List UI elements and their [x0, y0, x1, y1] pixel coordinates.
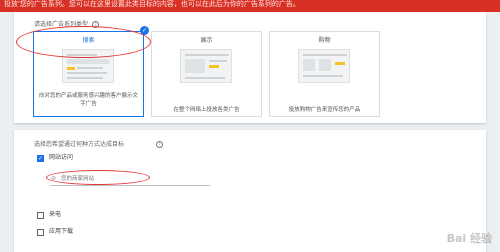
- tile-display-title: 展示: [200, 37, 213, 44]
- notification-banner: 投放'您的广告系列。您可以在这里设置此类目标的内容，也可以在此后为你的广告系列的…: [0, 0, 500, 12]
- option-calls-label: 来电: [49, 211, 62, 218]
- option-website-visits-label: 网站访问: [49, 154, 74, 161]
- watermark-logo: Bai 经验: [446, 232, 492, 245]
- goal-card: 选择您希望通过何种方式达成目标 ? ✓ 网站访问 ⊘ 来电 应用下载: [14, 130, 486, 252]
- campaign-type-card: 请选择广告系列类型 ? 搜索 向对您的产品或服务感兴趣的客户展示文字广告 ✓ 展…: [14, 12, 486, 123]
- help-icon[interactable]: ?: [156, 141, 163, 148]
- checkbox-app-downloads[interactable]: [37, 229, 44, 236]
- tile-search-desc: 向对您的产品或服务感兴趣的客户展示文字广告: [38, 93, 138, 107]
- checkbox-website-visits[interactable]: ✓: [37, 155, 44, 162]
- url-input-underline: [50, 185, 210, 186]
- annotation-ellipse: [46, 170, 150, 185]
- banner-text: 投放'您的广告系列。您可以在这里设置此类目标的内容，也可以在此后为你的广告系列的…: [4, 0, 300, 8]
- shopping-preview-image: [298, 49, 350, 83]
- goal-question: 选择您希望通过何种方式达成目标: [34, 141, 125, 148]
- checkbox-calls[interactable]: [37, 212, 44, 219]
- option-app-downloads-label: 应用下载: [49, 228, 74, 235]
- tile-shopping-title: 购物: [318, 37, 331, 44]
- tile-shopping[interactable]: 购物 投放购物广告来宣传您的产品: [269, 31, 380, 117]
- annotation-ellipse: [16, 26, 151, 58]
- tile-display-desc: 在整个网络上投放各类广告: [173, 107, 240, 113]
- display-preview-image: [180, 49, 232, 83]
- tile-display[interactable]: 展示 在整个网络上投放各类广告: [151, 31, 262, 117]
- tile-shopping-desc: 投放购物广告来宣传您的产品: [288, 107, 361, 113]
